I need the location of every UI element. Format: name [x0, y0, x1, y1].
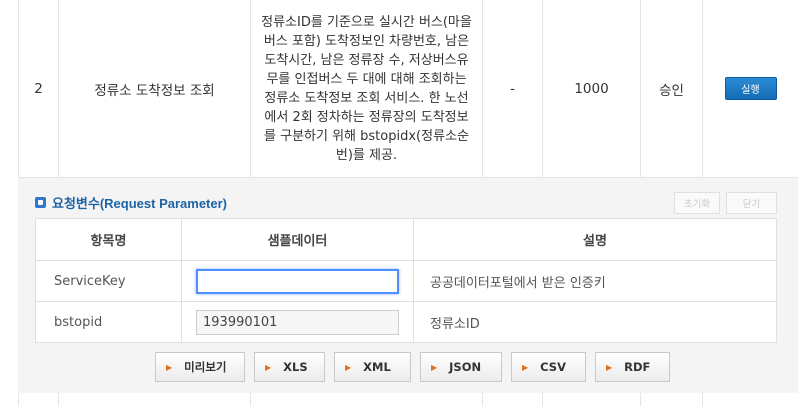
param-name: bstopid [35, 301, 182, 343]
description-line: 버스 포함) 도착정보인 차량번호, 남은 [263, 33, 470, 49]
arrow-right-icon: ▶ [606, 362, 613, 372]
square-bullet-icon [35, 197, 46, 208]
xls-button[interactable]: ▶ XLS [254, 352, 325, 382]
next-row-edge [18, 393, 798, 406]
preview-button[interactable]: ▶ 미리보기 [155, 352, 245, 382]
csv-button[interactable]: ▶ CSV [511, 352, 586, 382]
param-value-cell [181, 260, 414, 302]
arrow-right-icon: ▶ [345, 362, 352, 372]
arrow-right-icon: ▶ [431, 362, 438, 372]
button-label: XML [363, 360, 391, 374]
param-description: 정류소ID [413, 301, 777, 343]
request-parameter-panel: 요청변수(Request Parameter) 초기화 닫기 항목명 샘플데이터… [18, 178, 798, 393]
format-button-bar: ▶ 미리보기 ▶ XLS ▶ XML ▶ JSON ▶ CSV ▶ RDF [155, 352, 670, 382]
header-description: 설명 [413, 218, 777, 261]
param-value-cell [181, 301, 414, 343]
divider [543, 393, 641, 406]
divider [59, 393, 251, 406]
api-row: 2 정류소 도착정보 조회 정류소ID를 기준으로 실시간 버스(마을 버스 포… [18, 0, 798, 178]
button-label: JSON [449, 360, 482, 374]
api-description: 정류소ID를 기준으로 실시간 버스(마을 버스 포함) 도착정보인 차량번호,… [251, 0, 483, 177]
limit-value: 1000 [543, 0, 641, 177]
api-name: 정류소 도착정보 조회 [59, 0, 251, 177]
description-line: 를 구분하기 위해 bstopidx(정류소순 [264, 128, 469, 144]
description-line: 정류소 도착정보 조회 서비스. 한 노선 [264, 90, 469, 106]
description-line: 번)를 제공. [335, 147, 398, 163]
json-button[interactable]: ▶ JSON [420, 352, 502, 382]
description-line: 무를 인접버스 두 대에 대해 조회하는 [266, 71, 467, 87]
button-label: RDF [624, 360, 651, 374]
reset-button[interactable]: 초기화 [674, 192, 720, 214]
close-button[interactable]: 닫기 [726, 192, 777, 214]
arrow-right-icon: ▶ [166, 362, 173, 372]
rdf-button[interactable]: ▶ RDF [595, 352, 670, 382]
panel-title-text: 요청변수(Request Parameter) [52, 196, 227, 211]
button-label: CSV [540, 360, 566, 374]
xml-button[interactable]: ▶ XML [334, 352, 411, 382]
table-header-row: 항목명 샘플데이터 설명 [35, 218, 777, 261]
run-button[interactable]: 실행 [724, 77, 777, 100]
traffic-value: - [483, 0, 543, 177]
arrow-right-icon: ▶ [522, 362, 529, 372]
button-label: 미리보기 [184, 360, 227, 374]
parameter-table: 항목명 샘플데이터 설명 ServiceKey 공공데이터포털에서 받은 인증키… [35, 218, 777, 343]
description-line: 도착시간, 남은 정류장 수, 저상버스유 [264, 52, 469, 68]
panel-title: 요청변수(Request Parameter) [35, 193, 227, 212]
description-line: 에서 2회 정차하는 정류장의 도착정보 [264, 109, 469, 125]
approval-status: 승인 [641, 0, 703, 177]
arrow-right-icon: ▶ [265, 362, 272, 372]
table-row: ServiceKey 공공데이터포털에서 받은 인증키 [35, 260, 777, 302]
run-cell: 실행 [703, 0, 798, 177]
bstopid-input[interactable] [196, 309, 399, 335]
divider [641, 393, 703, 406]
param-name: ServiceKey [35, 260, 182, 302]
row-number: 2 [19, 0, 59, 177]
divider [251, 393, 483, 406]
servicekey-input[interactable] [196, 268, 399, 294]
description-line: 정류소ID를 기준으로 실시간 버스(마을 [261, 14, 472, 30]
divider [19, 393, 59, 406]
header-sample-data: 샘플데이터 [181, 218, 414, 261]
divider [483, 393, 543, 406]
button-label: XLS [283, 360, 308, 374]
param-description: 공공데이터포털에서 받은 인증키 [413, 260, 777, 302]
header-item-name: 항목명 [35, 218, 182, 261]
table-row: bstopid 정류소ID [35, 301, 777, 343]
